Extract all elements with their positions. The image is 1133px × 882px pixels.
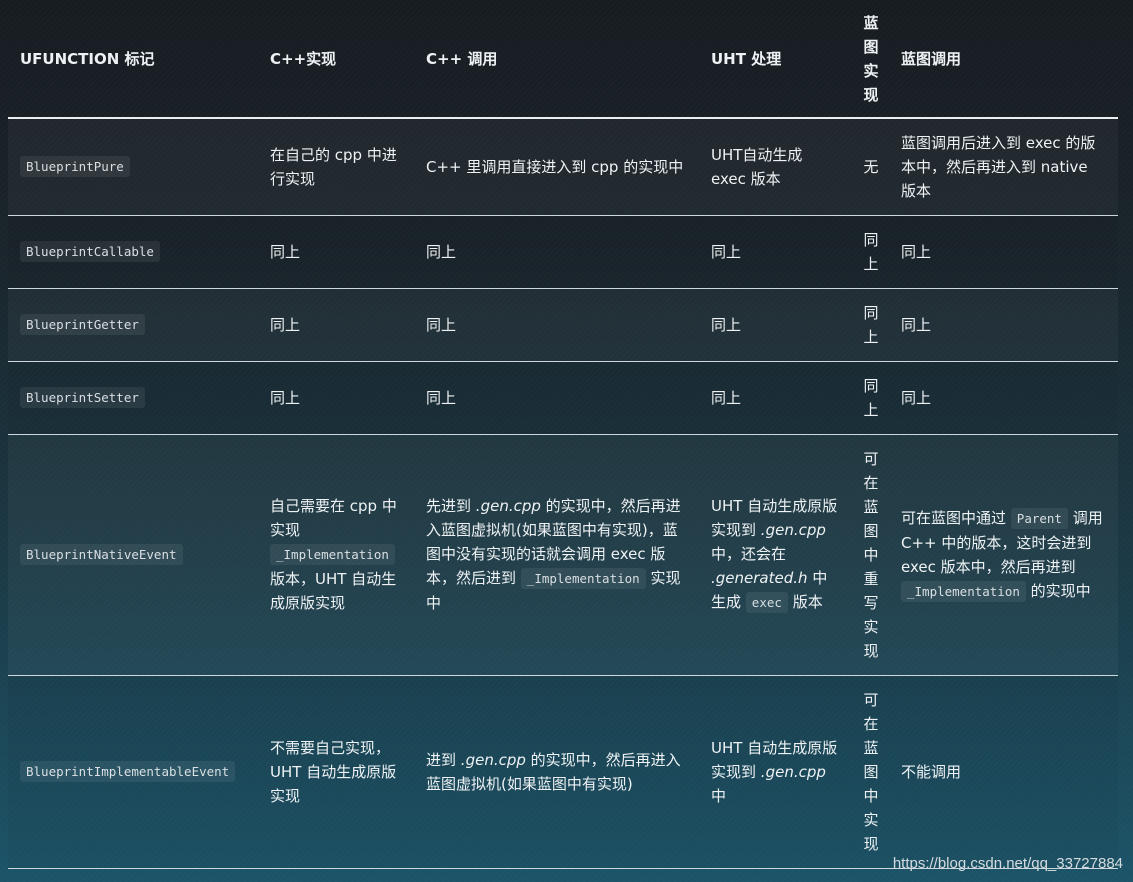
cell-cpp-impl: 同上 <box>258 288 414 362</box>
implementation-code: _Implementation <box>520 568 646 589</box>
cell-uht: 同上 <box>699 288 853 362</box>
parent-code: Parent <box>1010 507 1068 529</box>
bp-call-text-c: 的实现中 <box>1030 581 1091 600</box>
cell-bp-call: 可在蓝图中通过 Parent 调用 C++ 中的版本，这时会进到 exec 版本… <box>889 434 1118 676</box>
table-row: BlueprintImplementableEvent 不需要自己实现，UHT … <box>8 675 1118 869</box>
cell-bp-impl: 可在蓝图中重写实现 <box>853 434 889 676</box>
cell-cpp-call: 先进到 .gen.cpp 的实现中，然后再进入蓝图虚拟机(如果蓝图中有实现)，蓝… <box>414 434 699 676</box>
cell-bp-call: 同上 <box>889 215 1118 289</box>
cpp-call-text-a: 进到 <box>426 750 457 769</box>
cell-uht: UHT 自动生成原版实现到 .gen.cpp 中 <box>699 675 853 869</box>
cpp-impl-text-b: 版本，UHT 自动生成原版实现 <box>270 570 397 612</box>
cell-bp-impl: 同上 <box>853 288 889 362</box>
cell-cpp-call: 进到 .gen.cpp 的实现中，然后再进入蓝图虚拟机(如果蓝图中有实现) <box>414 675 699 869</box>
header-cpp-call: C++ 调用 <box>414 0 699 119</box>
cell-cpp-impl: 不需要自己实现，UHT 自动生成原版实现 <box>258 675 414 869</box>
cell-uht: 同上 <box>699 215 853 289</box>
table-row: BlueprintCallable 同上 同上 同上 同上 同上 <box>8 215 1118 289</box>
tag-code: BlueprintImplementableEvent <box>20 761 236 782</box>
cell-cpp-call: C++ 里调用直接进入到 cpp 的实现中 <box>414 118 699 216</box>
cell-cpp-impl: 在自己的 cpp 中进行实现 <box>258 118 414 216</box>
cell-cpp-impl: 同上 <box>258 215 414 289</box>
cell-uht: UHT 自动生成原版实现到 .gen.cpp 中，还会在 .generated.… <box>699 434 853 676</box>
cell-bp-impl: 同上 <box>853 361 889 435</box>
cell-tag: BlueprintSetter <box>8 361 258 435</box>
cell-cpp-call: 同上 <box>414 215 699 289</box>
cell-cpp-call: 同上 <box>414 361 699 435</box>
cell-bp-call: 不能调用 <box>889 675 1118 869</box>
cell-uht: UHT自动生成 exec 版本 <box>699 118 853 216</box>
ufunction-table: UFUNCTION 标记 C++实现 C++ 调用 UHT 处理 蓝图实现 蓝图… <box>8 0 1118 869</box>
implementation-code: _Implementation <box>901 580 1026 602</box>
header-ufunction-tag: UFUNCTION 标记 <box>8 0 258 119</box>
gen-cpp-filename: .gen.cpp <box>760 762 826 781</box>
cell-tag: BlueprintGetter <box>8 288 258 362</box>
cell-bp-impl: 同上 <box>853 215 889 289</box>
header-uht: UHT 处理 <box>699 0 853 119</box>
tag-code: BlueprintNativeEvent <box>20 544 183 565</box>
cell-bp-call: 蓝图调用后进入到 exec 的版本中，然后再进入到 native 版本 <box>889 118 1118 216</box>
cell-tag: BlueprintCallable <box>8 215 258 289</box>
cell-tag: BlueprintImplementableEvent <box>8 675 258 869</box>
table-row: BlueprintGetter 同上 同上 同上 同上 同上 <box>8 288 1118 362</box>
table-row: BlueprintNativeEvent 自己需要在 cpp 中实现 _Impl… <box>8 434 1118 676</box>
cell-tag: BlueprintNativeEvent <box>8 434 258 676</box>
watermark-url: https://blog.csdn.net/qq_33727884 <box>892 855 1123 872</box>
cell-uht: 同上 <box>699 361 853 435</box>
bp-impl-text: 无 <box>863 157 879 176</box>
tag-code: BlueprintGetter <box>20 314 145 335</box>
gen-cpp-filename: .gen.cpp <box>475 497 541 515</box>
uht-text-d: 版本 <box>792 593 823 611</box>
header-cpp-impl: C++实现 <box>258 0 414 119</box>
header-bp-impl: 蓝图实现 <box>853 0 889 119</box>
bp-impl-text: 可在蓝图中重写实现 <box>863 449 879 660</box>
cell-cpp-call: 同上 <box>414 288 699 362</box>
header-bp-impl-text: 蓝图实现 <box>863 13 879 104</box>
exec-code: exec <box>745 592 788 613</box>
implementation-code: _Implementation <box>270 544 395 565</box>
bp-impl-text: 同上 <box>863 230 879 273</box>
tag-code: BlueprintSetter <box>20 387 145 408</box>
cell-bp-impl: 无 <box>853 118 889 216</box>
cpp-call-text-a: 先进到 <box>426 497 472 515</box>
cell-bp-call: 同上 <box>889 288 1118 362</box>
cell-bp-impl: 可在蓝图中实现 <box>853 675 889 869</box>
gen-cpp-filename: .gen.cpp <box>460 750 526 769</box>
table-header-row: UFUNCTION 标记 C++实现 C++ 调用 UHT 处理 蓝图实现 蓝图… <box>8 0 1118 119</box>
header-bp-call: 蓝图调用 <box>889 0 1118 119</box>
bp-impl-text: 可在蓝图中实现 <box>863 690 879 853</box>
gen-cpp-filename: .gen.cpp <box>760 521 826 539</box>
cell-cpp-impl: 自己需要在 cpp 中实现 _Implementation 版本，UHT 自动生… <box>258 434 414 676</box>
bp-impl-text: 同上 <box>863 303 879 346</box>
cell-tag: BlueprintPure <box>8 118 258 216</box>
bp-call-text-a: 可在蓝图中通过 <box>901 508 1007 527</box>
table-row: BlueprintPure 在自己的 cpp 中进行实现 C++ 里调用直接进入… <box>8 118 1118 216</box>
cell-cpp-impl: 同上 <box>258 361 414 435</box>
tag-code: BlueprintPure <box>20 156 130 178</box>
cell-bp-call: 同上 <box>889 361 1118 435</box>
generated-h-filename: .generated.h <box>711 569 808 587</box>
table-row: BlueprintSetter 同上 同上 同上 同上 同上 <box>8 361 1118 435</box>
tag-code: BlueprintCallable <box>20 241 160 262</box>
bp-impl-text: 同上 <box>863 376 879 419</box>
cpp-impl-text-a: 自己需要在 cpp 中实现 <box>270 497 397 539</box>
uht-text-b: 中 <box>711 786 727 805</box>
uht-text-b: 中，还会在 <box>711 545 787 563</box>
